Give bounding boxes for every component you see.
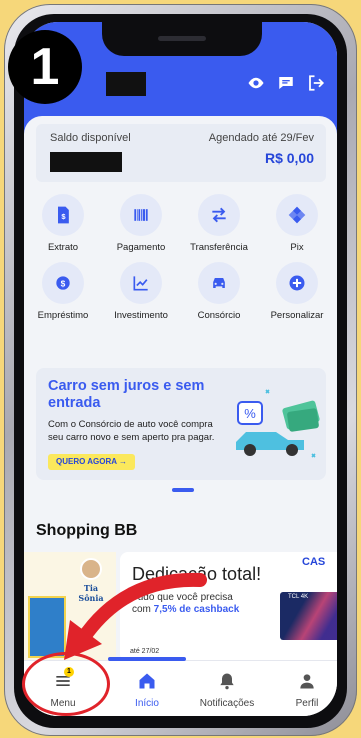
bell-icon [220,673,234,690]
barcode-icon [134,209,148,221]
car-illustration: % [236,389,320,458]
annotation-circle [22,652,110,716]
chat-icon[interactable] [277,74,295,92]
loan-icon: $ [56,276,70,290]
phone-notch [102,22,262,56]
shopping-title: Shopping BB [36,522,138,539]
scheduled-value: R$ 0,00 [264,150,314,166]
redacted-username [106,72,146,96]
redacted-balance [50,152,122,172]
shortcut-pagamento[interactable]: Pagamento [102,194,180,253]
header-actions [247,74,325,92]
person-icon [300,674,314,689]
scheduled-label: Agendado até 29/Fev [208,132,314,144]
tv-image: TCL 4K [280,592,337,640]
logout-icon[interactable] [307,74,325,92]
promo-text: Com o Consórcio de auto você compra seu … [48,419,215,443]
svg-text:$: $ [61,278,66,288]
promo-banner[interactable]: Carro sem juros e sem entrada Com o Cons… [36,368,326,480]
car-icon [213,278,225,288]
promo-button[interactable]: QUERO AGORA → [48,454,135,470]
carousel-indicator [172,488,194,492]
shortcut-consorcio[interactable]: Consórcio [180,262,258,321]
statement-icon: $ [58,206,69,224]
next-card-label: CAS [302,556,326,568]
balance-label: Saldo disponível [50,132,131,144]
shortcut-personalizar[interactable]: Personalizar [258,262,336,321]
chart-icon [133,276,148,291]
plus-icon [289,275,305,291]
shortcut-emprestimo[interactable]: $ Empréstimo [24,262,102,321]
svg-text:%: % [244,406,256,421]
transfer-icon [212,207,226,223]
step-number-badge: 1 [8,30,82,104]
shortcut-pix[interactable]: Pix [258,194,336,253]
shortcut-investimento[interactable]: Investimento [102,262,180,321]
promo-title: Carro sem juros e sem entrada [48,378,205,411]
shortcut-extrato[interactable]: $ Extrato [24,194,102,253]
shortcut-transferencia[interactable]: Transferência [180,194,258,253]
tab-perfil[interactable]: Perfil [268,661,337,716]
balance-card[interactable]: Saldo disponível Agendado até 29/Fev R$ … [36,124,326,182]
pix-icon [288,206,306,224]
eye-icon[interactable] [247,74,265,92]
